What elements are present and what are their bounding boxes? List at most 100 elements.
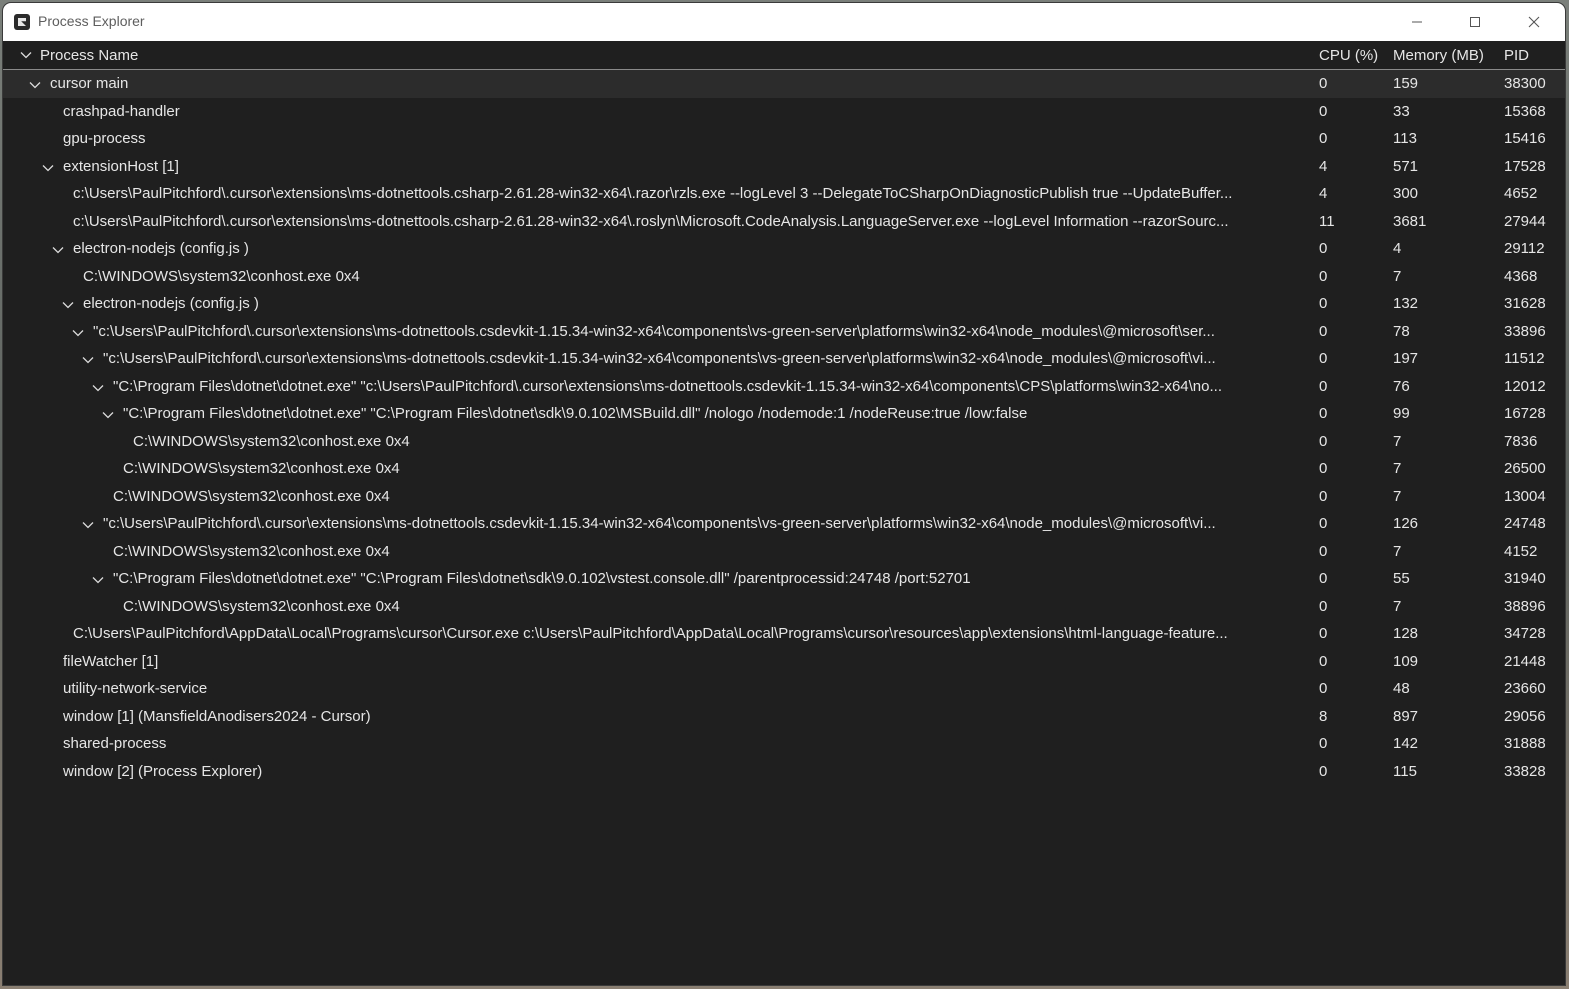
memory-value: 897 bbox=[1393, 707, 1419, 725]
table-row[interactable]: shared-process 0 142 31888 bbox=[3, 730, 1565, 758]
chevron-down-icon[interactable] bbox=[82, 518, 94, 530]
memory-value: 7 bbox=[1393, 487, 1402, 505]
cpu-value: 0 bbox=[1319, 542, 1328, 560]
close-button[interactable] bbox=[1505, 3, 1563, 41]
title-bar[interactable]: Process Explorer bbox=[3, 3, 1565, 41]
chevron-down-icon[interactable] bbox=[42, 161, 54, 173]
cpu-value: 0 bbox=[1319, 240, 1328, 257]
table-row[interactable]: cursor main 0 159 38300 bbox=[3, 70, 1565, 98]
process-rows: cursor main 0 159 38300 crashpad-handler 0 33 1… bbox=[3, 70, 1565, 785]
process-name: "C:\Program Files\dotnet\dotnet.exe" "c:… bbox=[113, 377, 1222, 395]
table-row[interactable]: utility-network-service 0 48 23660 bbox=[3, 675, 1565, 703]
process-name: c:\Users\PaulPitchford\.cursor\extension… bbox=[73, 212, 1229, 230]
chevron-down-icon[interactable] bbox=[102, 408, 114, 420]
process-name: window [1] (MansfieldAnodisers2024 - Cur… bbox=[63, 707, 371, 725]
cpu-value: 0 bbox=[1319, 102, 1328, 120]
pid-value: 15368 bbox=[1504, 102, 1546, 120]
maximize-button[interactable] bbox=[1446, 3, 1504, 41]
process-name: "c:\Users\PaulPitchford\.cursor\extensio… bbox=[93, 322, 1215, 340]
process-table: Process Name CPU (%) Memory (MB) PID cur… bbox=[3, 41, 1565, 985]
chevron-down-icon[interactable] bbox=[52, 243, 64, 255]
cpu-value: 4 bbox=[1319, 157, 1328, 175]
table-row[interactable]: c:\Users\PaulPitchford\.cursor\extension… bbox=[3, 208, 1565, 236]
table-row[interactable]: C:\WINDOWS\system32\conhost.exe 0x4 0 7 436… bbox=[3, 263, 1565, 291]
maximize-icon bbox=[1470, 17, 1480, 27]
close-icon bbox=[1528, 16, 1540, 28]
cpu-value: 4 bbox=[1319, 185, 1328, 202]
chevron-down-icon[interactable] bbox=[72, 326, 84, 338]
pid-value: 24748 bbox=[1504, 515, 1546, 532]
column-header-memory[interactable]: Memory (MB) bbox=[1393, 47, 1484, 64]
memory-value: 4 bbox=[1393, 240, 1402, 257]
chevron-down-icon[interactable] bbox=[92, 381, 104, 393]
process-name: C:\WINDOWS\system32\conhost.exe 0x4 bbox=[133, 432, 410, 450]
memory-value: 7 bbox=[1393, 267, 1402, 285]
table-row[interactable]: C:\WINDOWS\system32\conhost.exe 0x4 0 7 415… bbox=[3, 538, 1565, 566]
cpu-value: 0 bbox=[1319, 432, 1328, 450]
memory-value: 78 bbox=[1393, 322, 1410, 340]
chevron-down-icon[interactable] bbox=[92, 573, 104, 585]
table-row[interactable]: "C:\Program Files\dotnet\dotnet.exe" "C:… bbox=[3, 400, 1565, 428]
process-name: "C:\Program Files\dotnet\dotnet.exe" "C:… bbox=[113, 570, 971, 587]
pid-value: 38300 bbox=[1504, 75, 1546, 92]
table-row[interactable]: C:\WINDOWS\system32\conhost.exe 0x4 0 7 265… bbox=[3, 455, 1565, 483]
table-row[interactable]: C:\WINDOWS\system32\conhost.exe 0x4 0 7 388… bbox=[3, 593, 1565, 621]
table-row[interactable]: C:\WINDOWS\system32\conhost.exe 0x4 0 7 783… bbox=[3, 428, 1565, 456]
chevron-down-icon[interactable] bbox=[62, 298, 74, 310]
column-header-pid[interactable]: PID bbox=[1504, 47, 1529, 64]
process-name: C:\WINDOWS\system32\conhost.exe 0x4 bbox=[113, 542, 390, 560]
chevron-down-icon[interactable] bbox=[82, 353, 94, 365]
cpu-value: 0 bbox=[1319, 515, 1328, 532]
pid-value: 33896 bbox=[1504, 322, 1546, 340]
process-name: crashpad-handler bbox=[63, 102, 180, 120]
cpu-value: 0 bbox=[1319, 570, 1328, 587]
pid-value: 11512 bbox=[1504, 350, 1545, 367]
cpu-value: 0 bbox=[1319, 377, 1328, 395]
table-row[interactable]: gpu-process 0 113 15416 bbox=[3, 125, 1565, 153]
process-name: electron-nodejs (config.js ) bbox=[73, 240, 249, 257]
minimize-button[interactable] bbox=[1388, 3, 1446, 41]
memory-value: 7 bbox=[1393, 432, 1402, 450]
table-row[interactable]: "c:\Users\PaulPitchford\.cursor\extensio… bbox=[3, 510, 1565, 538]
table-header: Process Name CPU (%) Memory (MB) PID bbox=[3, 41, 1565, 70]
table-row[interactable]: electron-nodejs (config.js ) 0 132 31628 bbox=[3, 290, 1565, 318]
table-row[interactable]: window [1] (MansfieldAnodisers2024 - Cur… bbox=[3, 703, 1565, 731]
cpu-value: 0 bbox=[1319, 130, 1328, 147]
cpu-value: 0 bbox=[1319, 350, 1328, 367]
process-name: electron-nodejs (config.js ) bbox=[83, 295, 259, 312]
memory-value: 33 bbox=[1393, 102, 1410, 120]
memory-value: 113 bbox=[1393, 130, 1417, 147]
process-name: extensionHost [1] bbox=[63, 157, 179, 175]
collapse-all-chevron-icon[interactable] bbox=[20, 49, 32, 61]
table-row[interactable]: c:\Users\PaulPitchford\.cursor\extension… bbox=[3, 180, 1565, 208]
table-row[interactable]: electron-nodejs (config.js ) 0 4 29112 bbox=[3, 235, 1565, 263]
memory-value: 142 bbox=[1393, 735, 1419, 752]
memory-value: 7 bbox=[1393, 460, 1402, 477]
process-name: "c:\Users\PaulPitchford\.cursor\extensio… bbox=[103, 350, 1216, 367]
table-row[interactable]: C:\WINDOWS\system32\conhost.exe 0x4 0 7 130… bbox=[3, 483, 1565, 511]
column-header-cpu[interactable]: CPU (%) bbox=[1319, 47, 1378, 64]
table-row[interactable]: "C:\Program Files\dotnet\dotnet.exe" "c:… bbox=[3, 373, 1565, 401]
chevron-down-icon[interactable] bbox=[29, 78, 41, 90]
memory-value: 99 bbox=[1393, 405, 1410, 422]
pid-value: 38896 bbox=[1504, 597, 1546, 615]
table-row[interactable]: crashpad-handler 0 33 15368 bbox=[3, 98, 1565, 126]
memory-value: 7 bbox=[1393, 542, 1402, 560]
memory-value: 7 bbox=[1393, 597, 1402, 615]
column-header-process-name[interactable]: Process Name bbox=[40, 47, 138, 64]
table-row[interactable]: window [2] (Process Explorer) 0 115 33828 bbox=[3, 758, 1565, 786]
cpu-value: 11 bbox=[1319, 212, 1335, 230]
table-row[interactable]: extensionHost [1] 4 571 17528 bbox=[3, 153, 1565, 181]
table-row[interactable]: "c:\Users\PaulPitchford\.cursor\extensio… bbox=[3, 318, 1565, 346]
pid-value: 26500 bbox=[1504, 460, 1546, 477]
process-name: utility-network-service bbox=[63, 680, 208, 697]
memory-value: 115 bbox=[1393, 762, 1417, 780]
table-row[interactable]: C:\Users\PaulPitchford\AppData\Local\Pro… bbox=[3, 620, 1565, 648]
table-row[interactable]: "C:\Program Files\dotnet\dotnet.exe" "C:… bbox=[3, 565, 1565, 593]
table-row[interactable]: fileWatcher [1] 0 109 21448 bbox=[3, 648, 1565, 676]
pid-value: 21448 bbox=[1504, 652, 1546, 670]
memory-value: 55 bbox=[1393, 570, 1410, 587]
memory-value: 197 bbox=[1393, 350, 1419, 367]
cpu-value: 0 bbox=[1319, 680, 1328, 697]
table-row[interactable]: "c:\Users\PaulPitchford\.cursor\extensio… bbox=[3, 345, 1565, 373]
